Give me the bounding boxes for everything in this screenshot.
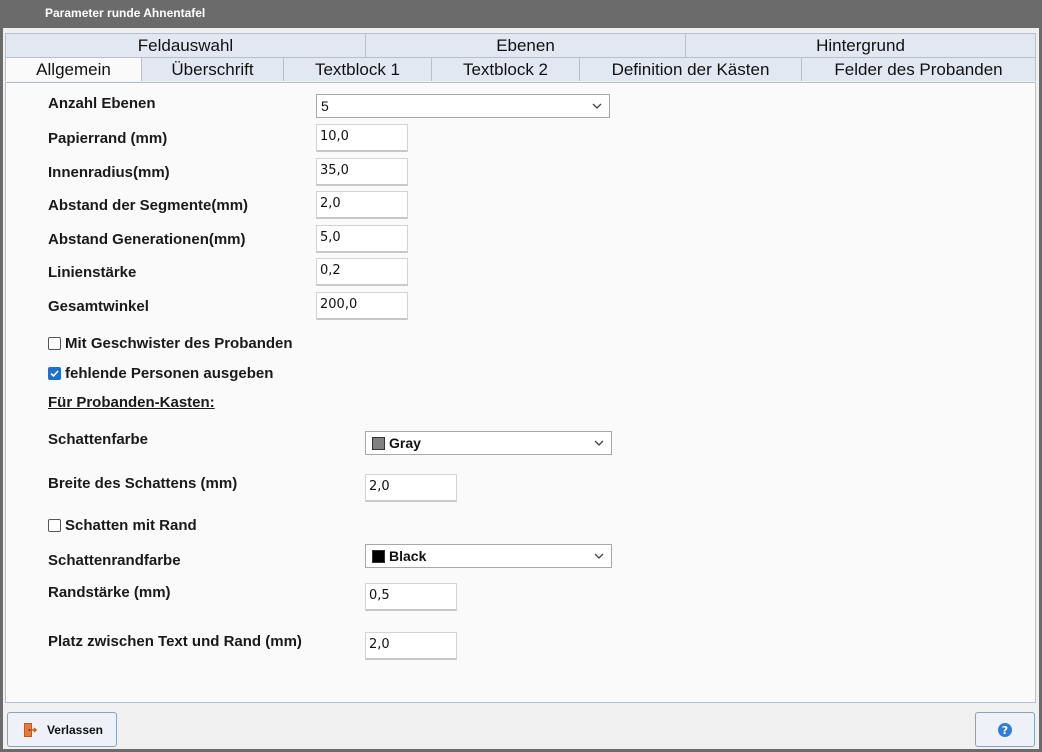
innenradius-label: Innenradius(mm) [48,164,170,181]
tab-hintergrund[interactable]: Hintergrund [686,33,1036,57]
abstand-segmente-input[interactable]: 2,0 [316,191,408,219]
chevron-down-icon [594,440,604,446]
tab-feldauswahl[interactable]: Feldauswahl [5,33,366,57]
fehlende-personen-checkbox[interactable]: fehlende Personen ausgeben [48,365,273,382]
help-icon: ? [998,722,1012,737]
svg-text:?: ? [1002,724,1008,737]
gesamtwinkel-label: Gesamtwinkel [48,298,149,315]
abstand-generationen-label: Abstand Generationen(mm) [48,231,246,248]
schattenfarbe-value: Gray [389,435,421,451]
tab-row-bottom: Allgemein Überschrift Textblock 1 Textbl… [5,57,1036,81]
breite-schatten-label: Breite des Schattens (mm) [48,475,238,492]
geschwister-checkbox[interactable]: Mit Geschwister des Probanden [48,335,293,352]
checkbox-unchecked-icon[interactable] [48,337,61,350]
tab-textblock-2[interactable]: Textblock 2 [432,57,580,81]
linienstaerke-label: Linienstärke [48,264,137,281]
checkmark-icon [50,370,59,378]
innenradius-input[interactable]: 35,0 [316,158,408,186]
verlassen-label: Verlassen [46,722,104,737]
anzahl-ebenen-value: 5 [321,98,329,114]
chevron-down-icon [592,103,602,109]
title-bar: Parameter runde Ahnentafel [0,0,1042,28]
papierrand-label: Papierrand (mm) [48,130,168,147]
tab-panel-allgemein: Anzahl Ebenen 5 Papierrand (mm) 10,0 Inn… [5,82,1036,703]
tab-textblock-1[interactable]: Textblock 1 [284,57,432,81]
tab-felder-probanden[interactable]: Felder des Probanden [802,57,1036,81]
schattenfarbe-label: Schattenfarbe [48,431,149,448]
window-title: Parameter runde Ahnentafel [45,6,206,20]
breite-schatten-input[interactable]: 2,0 [365,474,457,502]
schatten-rand-label: Schatten mit Rand [65,517,197,534]
tab-ebenen[interactable]: Ebenen [366,33,686,57]
tab-ueberschrift[interactable]: Überschrift [142,57,284,81]
tab-row-top: Feldauswahl Ebenen Hintergrund [5,33,1036,57]
anzahl-ebenen-label: Anzahl Ebenen [48,95,156,112]
platz-input[interactable]: 2,0 [365,632,457,660]
bottom-bar: Verlassen ? [3,704,1039,749]
tab-definition-kaesten[interactable]: Definition der Kästen [580,57,802,81]
tab-allgemein[interactable]: Allgemein [5,57,142,81]
schattenrandfarbe-value: Black [389,548,427,564]
anzahl-ebenen-select[interactable]: 5 [316,94,610,118]
abstand-segmente-label: Abstand der Segmente(mm) [48,197,249,214]
checkbox-unchecked-icon[interactable] [48,519,61,532]
chevron-down-icon [594,553,604,559]
section-heading-probanden-kasten: Für Probanden-Kasten: [48,394,215,411]
schattenrandfarbe-select[interactable]: Black [365,544,612,568]
schatten-rand-checkbox[interactable]: Schatten mit Rand [48,517,197,534]
checkbox-checked-icon[interactable] [48,367,61,380]
linienstaerke-input[interactable]: 0,2 [316,258,408,286]
schattenrandfarbe-label: Schattenrandfarbe [48,552,181,569]
gesamtwinkel-input[interactable]: 200,0 [316,292,408,320]
papierrand-input[interactable]: 10,0 [316,124,408,152]
geschwister-label: Mit Geschwister des Probanden [65,335,293,352]
dialog-window: Feldauswahl Ebenen Hintergrund Allgemein… [3,28,1039,749]
color-swatch-black [372,549,385,563]
color-swatch-gray [372,436,385,450]
randstaerke-label: Randstärke (mm) [48,584,171,601]
help-button[interactable]: ? [975,712,1035,747]
platz-label: Platz zwischen Text und Rand (mm) [48,633,302,650]
fehlende-personen-label: fehlende Personen ausgeben [65,365,274,382]
randstaerke-input[interactable]: 0,5 [365,583,457,611]
schattenfarbe-select[interactable]: Gray [365,431,612,455]
abstand-generationen-input[interactable]: 5,0 [316,225,408,253]
door-exit-icon [23,722,37,737]
verlassen-button[interactable]: Verlassen [7,712,117,747]
